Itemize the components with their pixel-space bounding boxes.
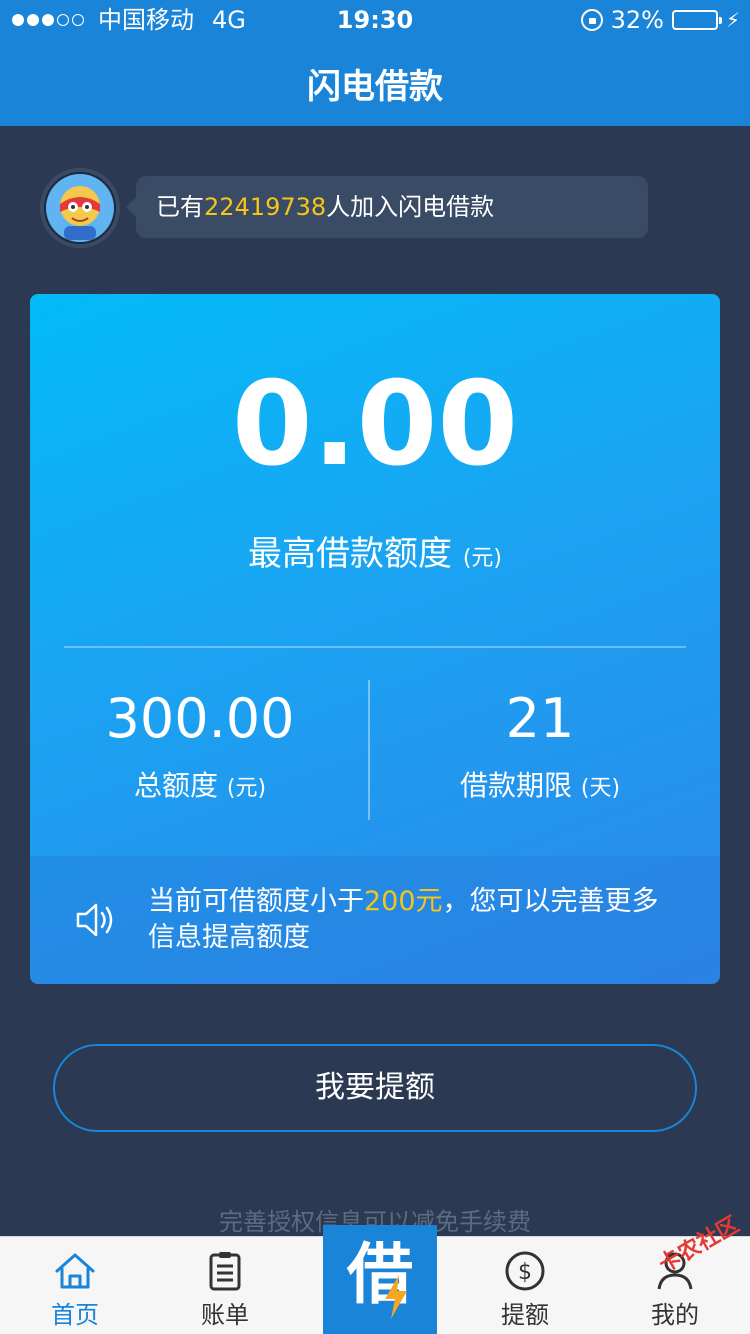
tab-borrow-label: 借	[347, 1236, 413, 1313]
total-credit-value: 300.00	[105, 687, 295, 750]
lightning-icon	[385, 1275, 407, 1319]
credit-notice: 当前可借额度小于200元，您可以完善更多信息提高额度	[30, 856, 720, 984]
total-credit-block: 300.00 总额度 (元)	[30, 684, 370, 804]
dollar-icon: $	[505, 1251, 545, 1291]
tab-home-label: 首页	[51, 1301, 99, 1329]
rotation-lock-icon	[580, 9, 603, 31]
joined-count: 22419738	[204, 193, 327, 221]
max-loan-amount: 0.00	[231, 357, 519, 492]
tab-bills[interactable]: 账单	[150, 1237, 300, 1334]
loan-term-label: 借款期限	[459, 769, 572, 802]
joined-users-banner: 已有22419738人加入闪电借款	[126, 176, 648, 238]
top-bar: 中国移动 4G 19:30 32% ⚡ 闪电借款	[0, 0, 750, 126]
status-bar: 中国移动 4G 19:30 32% ⚡	[0, 0, 750, 40]
notice-prefix: 当前可借额度小于	[148, 886, 364, 917]
battery-percent: 32%	[610, 6, 664, 34]
total-credit-label: 总额度	[133, 769, 218, 802]
tab-mine-label: 我的	[651, 1301, 699, 1329]
total-credit-unit: (元)	[226, 776, 267, 801]
mascot-avatar	[40, 168, 120, 248]
tab-bills-label: 账单	[201, 1301, 249, 1329]
loan-term-value: 21	[505, 687, 575, 750]
home-icon	[55, 1253, 95, 1289]
tab-raise[interactable]: $ 提额	[450, 1237, 600, 1334]
raise-limit-button[interactable]: 我要提额	[53, 1044, 697, 1132]
banner-prefix: 已有	[156, 193, 204, 221]
tab-borrow[interactable]: 借	[323, 1225, 437, 1334]
charging-icon: ⚡	[725, 8, 740, 32]
bottom-tab-bar: 首页 账单 借 $ 提额 我的 卡农社区	[0, 1212, 750, 1334]
loan-term-block: 21 借款期限 (天)	[370, 684, 710, 804]
page-title: 闪电借款	[307, 67, 443, 107]
banner-suffix: 人加入闪电借款	[326, 193, 495, 221]
notice-threshold: 200元	[364, 886, 443, 917]
speaker-icon	[76, 903, 113, 937]
svg-text:$: $	[518, 1260, 532, 1285]
tab-mine[interactable]: 我的 卡农社区	[600, 1212, 750, 1334]
max-loan-label-row: 最高借款额度 (元)	[30, 526, 720, 575]
clipboard-icon	[209, 1252, 241, 1291]
tab-raise-label: 提额	[501, 1301, 549, 1329]
max-loan-label: 最高借款额度	[248, 534, 452, 574]
loan-term-unit: (天)	[580, 776, 621, 801]
notice-text: 当前可借额度小于200元，您可以完善更多信息提高额度	[148, 884, 668, 956]
card-divider	[64, 646, 686, 648]
tab-home[interactable]: 首页	[0, 1237, 150, 1334]
battery-icon	[671, 10, 722, 30]
credit-card-panel: 0.00 最高借款额度 (元) 300.00 总额度 (元) 21 借款期限 (…	[30, 294, 720, 984]
max-loan-unit: (元)	[462, 546, 502, 571]
